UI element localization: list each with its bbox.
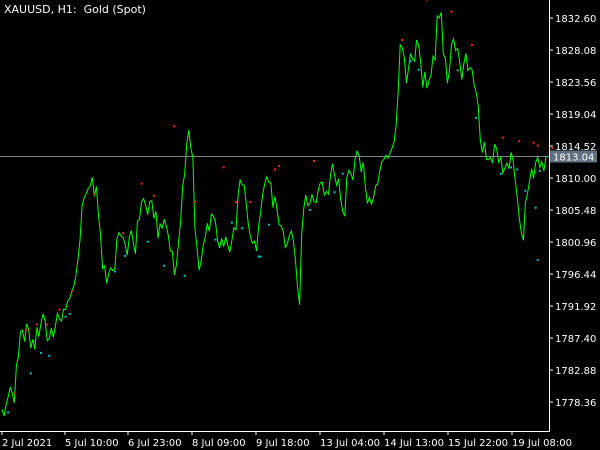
upper-signal-dot — [278, 164, 281, 167]
upper-signal-dot — [152, 194, 155, 197]
time-tick-label: 6 Jul 23:00 — [128, 438, 182, 449]
upper-signal-dot — [532, 141, 535, 144]
upper-signal-dot — [46, 323, 49, 326]
price-tick-label: 1778.36 — [555, 398, 596, 409]
lower-signal-dot — [267, 223, 270, 226]
upper-signal-dot — [501, 136, 504, 139]
lower-signal-dot — [333, 191, 336, 194]
lower-signal-dot — [40, 351, 42, 354]
upper-signal-dot — [70, 290, 73, 293]
lower-signal-dot — [64, 315, 67, 318]
price-tick-label: 1819.04 — [555, 110, 596, 121]
time-tick-label: 19 Jul 08:00 — [512, 438, 572, 449]
lower-signal-dot — [214, 238, 217, 241]
lower-signal-dot — [516, 168, 519, 171]
price-tick-label: 1796.44 — [555, 270, 596, 281]
upper-signal-dot — [313, 160, 315, 163]
price-chart[interactable]: 1832.601828.081823.561819.041814.521810.… — [0, 0, 600, 450]
lower-signal-dot — [308, 208, 311, 211]
upper-signal-dot — [58, 308, 61, 311]
price-tick-label: 1823.56 — [555, 78, 596, 89]
upper-signal-dot — [518, 140, 521, 143]
price-tick-label: 1782.88 — [555, 366, 596, 377]
upper-signal-dot — [235, 201, 237, 204]
lower-signal-dot — [510, 166, 513, 169]
lower-signal-dot — [241, 227, 244, 230]
upper-signal-dot — [193, 201, 196, 204]
lower-signal-dot — [341, 172, 344, 175]
upper-signal-dot — [274, 168, 276, 171]
time-tick-label: 14 Jul 13:00 — [384, 438, 444, 449]
time-tick-label: 13 Jul 04:00 — [320, 438, 380, 449]
lower-signal-dot — [534, 206, 537, 209]
lower-signal-dot — [163, 264, 166, 267]
lower-signal-dot — [499, 172, 502, 175]
symbol-description: Gold (Spot) — [83, 3, 146, 16]
upper-signal-dot — [13, 392, 16, 395]
time-tick-label: 8 Jul 09:00 — [192, 438, 246, 449]
lower-signal-dot — [48, 354, 51, 357]
lower-signal-dot — [475, 116, 478, 119]
price-tick-label: 1787.40 — [555, 334, 596, 345]
lower-signal-dot — [259, 255, 262, 258]
upper-signal-dot — [93, 193, 96, 196]
lower-signal-dot — [7, 411, 10, 414]
upper-signal-dot — [401, 38, 404, 41]
current-price-label: 1813.04 — [550, 150, 597, 163]
upper-signal-dot — [173, 125, 176, 128]
lower-signal-dot — [124, 254, 127, 257]
time-tick-label: 15 Jul 22:00 — [448, 438, 508, 449]
chart-header: XAUUSD, H1: Gold (Spot) — [4, 3, 146, 16]
upper-signal-dot — [471, 43, 474, 46]
price-tick-label: 1805.48 — [555, 206, 596, 217]
lower-signal-dot — [68, 312, 71, 315]
current-price-text: 1813.04 — [553, 152, 594, 163]
symbol-timeframe: XAUUSD, H1: — [4, 3, 77, 16]
upper-signal-dot — [25, 329, 28, 332]
time-tick-label: 2 Jul 2021 — [2, 438, 52, 449]
upper-signal-dot — [122, 232, 125, 235]
time-tick-label: 5 Jul 10:00 — [65, 438, 119, 449]
lower-signal-dot — [417, 68, 420, 71]
lower-signal-dot — [538, 169, 541, 172]
upper-signal-dot — [249, 201, 252, 204]
lower-signal-dot — [257, 255, 260, 258]
lower-signal-dot — [113, 270, 116, 273]
upper-signal-dot — [222, 166, 225, 169]
price-tick-label: 1791.92 — [555, 302, 596, 313]
lower-signal-dot — [183, 274, 186, 277]
price-tick-label: 1832.60 — [555, 14, 596, 25]
lower-signal-dot — [536, 259, 539, 262]
price-tick-label: 1810.00 — [555, 174, 596, 185]
upper-signal-dot — [140, 182, 143, 185]
lower-signal-dot — [524, 189, 527, 192]
upper-signal-dot — [536, 144, 539, 147]
lower-signal-dot — [29, 372, 32, 375]
upper-signal-dot — [551, 147, 554, 150]
lower-signal-dot — [456, 69, 459, 72]
upper-signal-dot — [35, 323, 38, 326]
upper-signal-dot — [425, 0, 428, 1]
lower-signal-dot — [146, 240, 149, 243]
lower-signal-dot — [409, 60, 412, 63]
time-tick-label: 9 Jul 18:00 — [256, 438, 310, 449]
price-tick-label: 1828.08 — [555, 46, 596, 57]
price-tick-label: 1800.96 — [555, 238, 596, 249]
chart-background — [0, 0, 600, 450]
upper-signal-dot — [450, 10, 453, 13]
lower-signal-dot — [230, 221, 233, 224]
